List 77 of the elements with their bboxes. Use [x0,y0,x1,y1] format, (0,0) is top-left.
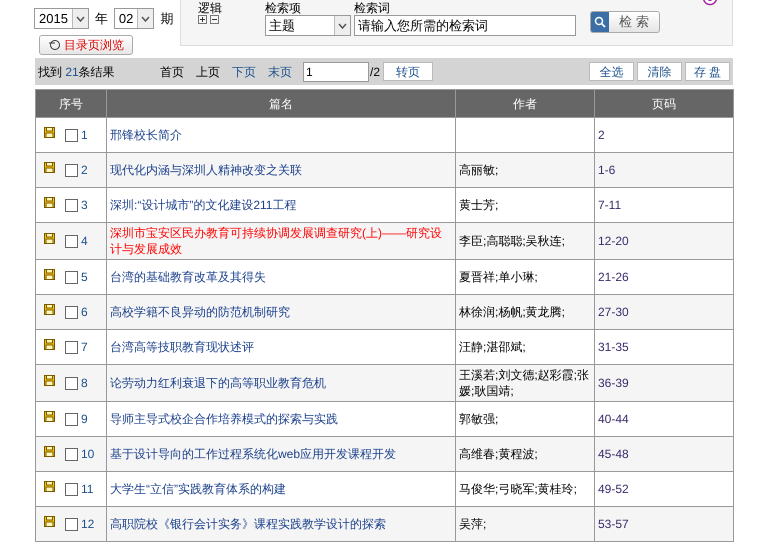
author-names: 马俊华;弓晓军;黄桂玲; [459,482,578,496]
column-header: 页码 [594,90,734,118]
checkbox[interactable] [65,448,78,460]
page-range: 36-39 [598,376,629,390]
author-names: 吴萍; [459,517,486,531]
page-range: 2 [598,128,605,142]
checkbox[interactable] [65,164,78,176]
issue-label: 期 [160,10,174,28]
author-names: 黄士芳; [459,198,498,212]
page-field[interactable]: 1 [303,62,369,82]
checkbox[interactable] [65,306,78,318]
action-button[interactable]: 存 盘 [685,62,730,81]
row-number: 8 [81,375,88,392]
page-range: 7-11 [598,198,622,212]
author-names: 林徐润;杨帆;黄龙腾; [459,305,566,319]
minus-icon[interactable] [210,15,219,24]
row-number: 1 [81,127,88,144]
page-range: 27-30 [598,305,629,319]
author-names: 李臣;高聪聪;吴秋连; [459,234,566,248]
checkbox[interactable] [65,234,78,248]
pager-link[interactable]: 下页 [232,62,256,80]
author-names: 王溪若;刘文德;赵彩霞;张媛;耿国靖; [459,368,590,398]
column-header: 序号 [36,90,106,118]
checkbox[interactable] [65,412,78,426]
row-number: 10 [81,446,94,463]
author-names: 郭敏强; [459,412,498,426]
column-header: 作者 [456,90,594,118]
checkbox[interactable] [65,128,78,142]
action-button[interactable]: 清除 [637,62,682,81]
field-label: 检索项 [265,1,302,15]
checkbox[interactable] [65,376,78,390]
page-range: 53-57 [598,517,629,531]
action-button[interactable]: 全选 [589,62,634,81]
plus-icon[interactable] [198,15,207,24]
page-range: 21-26 [598,270,629,284]
go-button[interactable]: 转页 [383,62,434,81]
caret-icon [76,16,85,22]
author-names: 高维春;黄程波; [459,447,538,461]
page-range: 40-44 [598,412,629,426]
row-number: 4 [81,233,88,250]
checkbox[interactable] [65,340,78,354]
search-icon [594,16,606,28]
row-number: 11 [81,481,94,498]
page-range: 1-6 [598,163,616,177]
checkbox[interactable] [65,270,78,284]
row-number: 2 [81,162,88,179]
caret-icon [141,16,150,22]
page-range: 49-52 [598,482,629,496]
row-number: 3 [81,197,88,214]
row-number: 9 [81,411,88,428]
year-label: 年 [94,10,108,28]
row-number: 12 [81,516,94,533]
search-field[interactable]: 请输入您所需的检索词 [354,15,576,36]
row-number: 7 [81,339,88,356]
page-range: 31-35 [598,340,629,354]
page-range: 45-48 [598,447,629,461]
checkbox[interactable] [65,198,78,212]
logic-label: 逻辑 [198,1,223,15]
caret-icon [338,22,347,28]
row-number: 5 [81,269,88,286]
field-select[interactable]: 主题 [265,15,351,36]
year-select[interactable]: 2015 [34,8,89,29]
checkbox[interactable] [65,518,78,530]
author-names: 夏晋祥;单小琳; [459,270,538,284]
row-number: 6 [81,304,88,321]
page-range: 12-20 [598,234,629,248]
author-names: 汪静;湛邵斌; [459,340,526,354]
page-total: /2 [370,64,380,80]
pager-link[interactable]: 末页 [268,62,292,80]
term-label: 检索词 [354,1,391,15]
column-header: 篇名 [106,90,456,118]
result-count: 找到 21条结果 [38,64,116,80]
search-button[interactable]: 检 索 [590,11,660,33]
issue-select[interactable]: 02 [114,8,154,29]
author-names: 高丽敏; [459,163,498,177]
browse-button[interactable]: 目录页浏览 [39,35,133,55]
checkbox[interactable] [65,482,78,496]
